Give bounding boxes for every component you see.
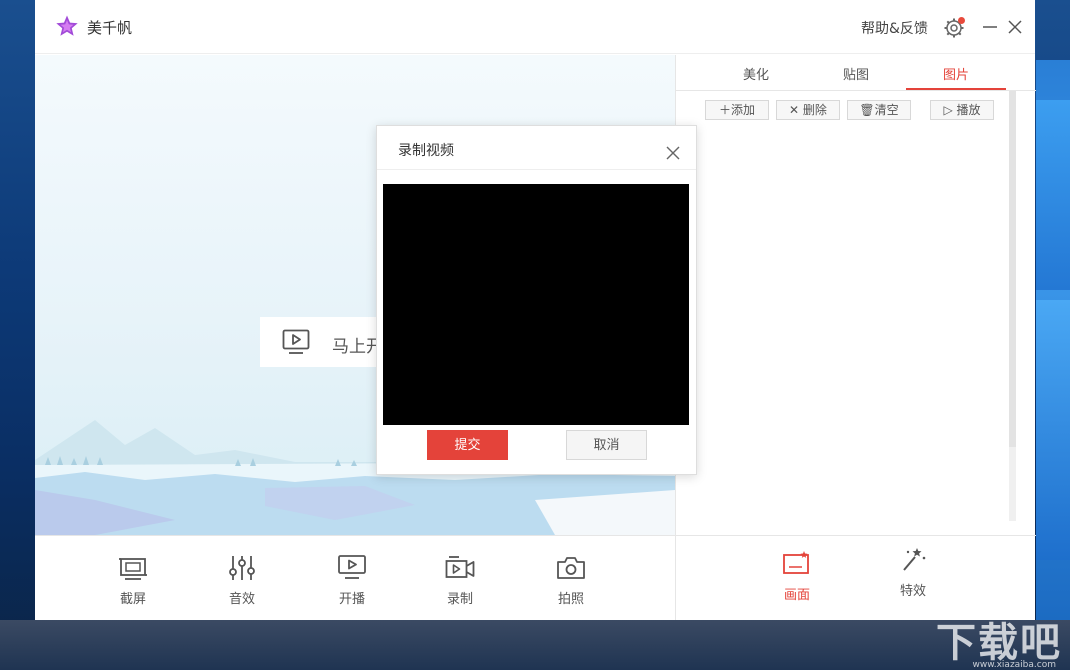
- go-live-label: 开播: [338, 592, 365, 607]
- watermark-url: www.xiazaiba.com: [972, 660, 1056, 670]
- tab-stickers[interactable]: 贴图: [806, 64, 906, 83]
- desktop-windows-pane-top: [1036, 100, 1070, 290]
- effects-label: 特效: [899, 584, 926, 599]
- scrollbar-thumb[interactable]: [1009, 91, 1016, 447]
- panel-bottom-bar: 画面 特效: [676, 535, 1036, 620]
- play-icon: ▷: [943, 103, 957, 117]
- play-images-button[interactable]: ▷ 播放: [930, 100, 994, 120]
- go-live-button[interactable]: 开播: [322, 554, 382, 614]
- photo-camera-icon: [557, 557, 585, 579]
- x-icon: ✕: [789, 103, 803, 117]
- record-label: 录制: [446, 592, 473, 607]
- notification-dot: [958, 17, 965, 24]
- scene-label: 画面: [783, 588, 810, 603]
- play-images-label: 播放: [956, 103, 981, 117]
- close-window-icon[interactable]: [1005, 17, 1025, 37]
- app-window: 美千帆 帮助&反馈 马上开 截屏 音效 开播 录制 拍照 美化 贴图 图片 ＋添…: [35, 0, 1036, 620]
- trash-icon: 🗑: [859, 103, 875, 117]
- dialog-header: 录制视频: [377, 126, 696, 170]
- screenshot-label: 截屏: [119, 592, 146, 607]
- app-title: 美千帆: [87, 19, 133, 37]
- desktop-windows-pane-bottom: [1036, 300, 1070, 560]
- live-screen-icon: [282, 329, 310, 354]
- plus-icon: ＋: [718, 103, 731, 117]
- image-actions: ＋添加 ✕ 删除 🗑清空 ▷ 播放: [676, 100, 1036, 122]
- desktop-strip: [0, 620, 1070, 670]
- bottom-toolbar: 截屏 音效 开播 录制 拍照: [35, 535, 675, 620]
- tab-beautify[interactable]: 美化: [706, 64, 806, 83]
- take-photo-label: 拍照: [557, 592, 584, 607]
- video-preview: [383, 184, 689, 425]
- clear-images-button[interactable]: 🗑清空: [847, 100, 911, 120]
- record-button[interactable]: 录制: [430, 554, 490, 614]
- panel-tabs: 美化 贴图 图片: [676, 55, 1036, 91]
- app-logo-icon: [56, 15, 78, 36]
- active-tab-indicator: [906, 88, 1006, 90]
- live-start-icon: [338, 555, 366, 579]
- sound-effects-button[interactable]: 音效: [212, 554, 272, 614]
- scene-button[interactable]: 画面: [767, 550, 827, 603]
- help-feedback-link[interactable]: 帮助&反馈: [861, 18, 928, 38]
- minimize-icon[interactable]: [980, 17, 1000, 37]
- record-video-dialog: 录制视频 提交 取消: [376, 125, 697, 475]
- add-image-button[interactable]: ＋添加: [705, 100, 769, 120]
- magic-wand-icon: [903, 548, 926, 571]
- dialog-title: 录制视频: [398, 143, 454, 159]
- cancel-button[interactable]: 取消: [566, 430, 647, 460]
- take-photo-button[interactable]: 拍照: [541, 554, 601, 614]
- dialog-close-icon[interactable]: [665, 145, 681, 161]
- sound-effects-label: 音效: [228, 592, 255, 607]
- submit-button[interactable]: 提交: [427, 430, 508, 460]
- title-bar: 美千帆 帮助&反馈: [35, 0, 1035, 54]
- add-image-label: 添加: [731, 103, 756, 117]
- image-list-scrollbar[interactable]: [1009, 91, 1016, 521]
- screenshot-icon: [119, 558, 147, 580]
- effects-button[interactable]: 特效: [883, 546, 943, 599]
- record-camera-icon: [445, 556, 475, 578]
- tab-images[interactable]: 图片: [906, 64, 1006, 83]
- sound-effects-icon: [229, 556, 255, 580]
- delete-image-label: 删除: [802, 103, 827, 117]
- right-panel: 美化 贴图 图片 ＋添加 ✕ 删除 🗑清空 ▷ 播放 画面 特效: [675, 55, 1036, 620]
- screenshot-button[interactable]: 截屏: [103, 554, 163, 614]
- clear-images-label: 清空: [874, 103, 899, 117]
- delete-image-button[interactable]: ✕ 删除: [776, 100, 840, 120]
- scene-icon: [783, 551, 809, 574]
